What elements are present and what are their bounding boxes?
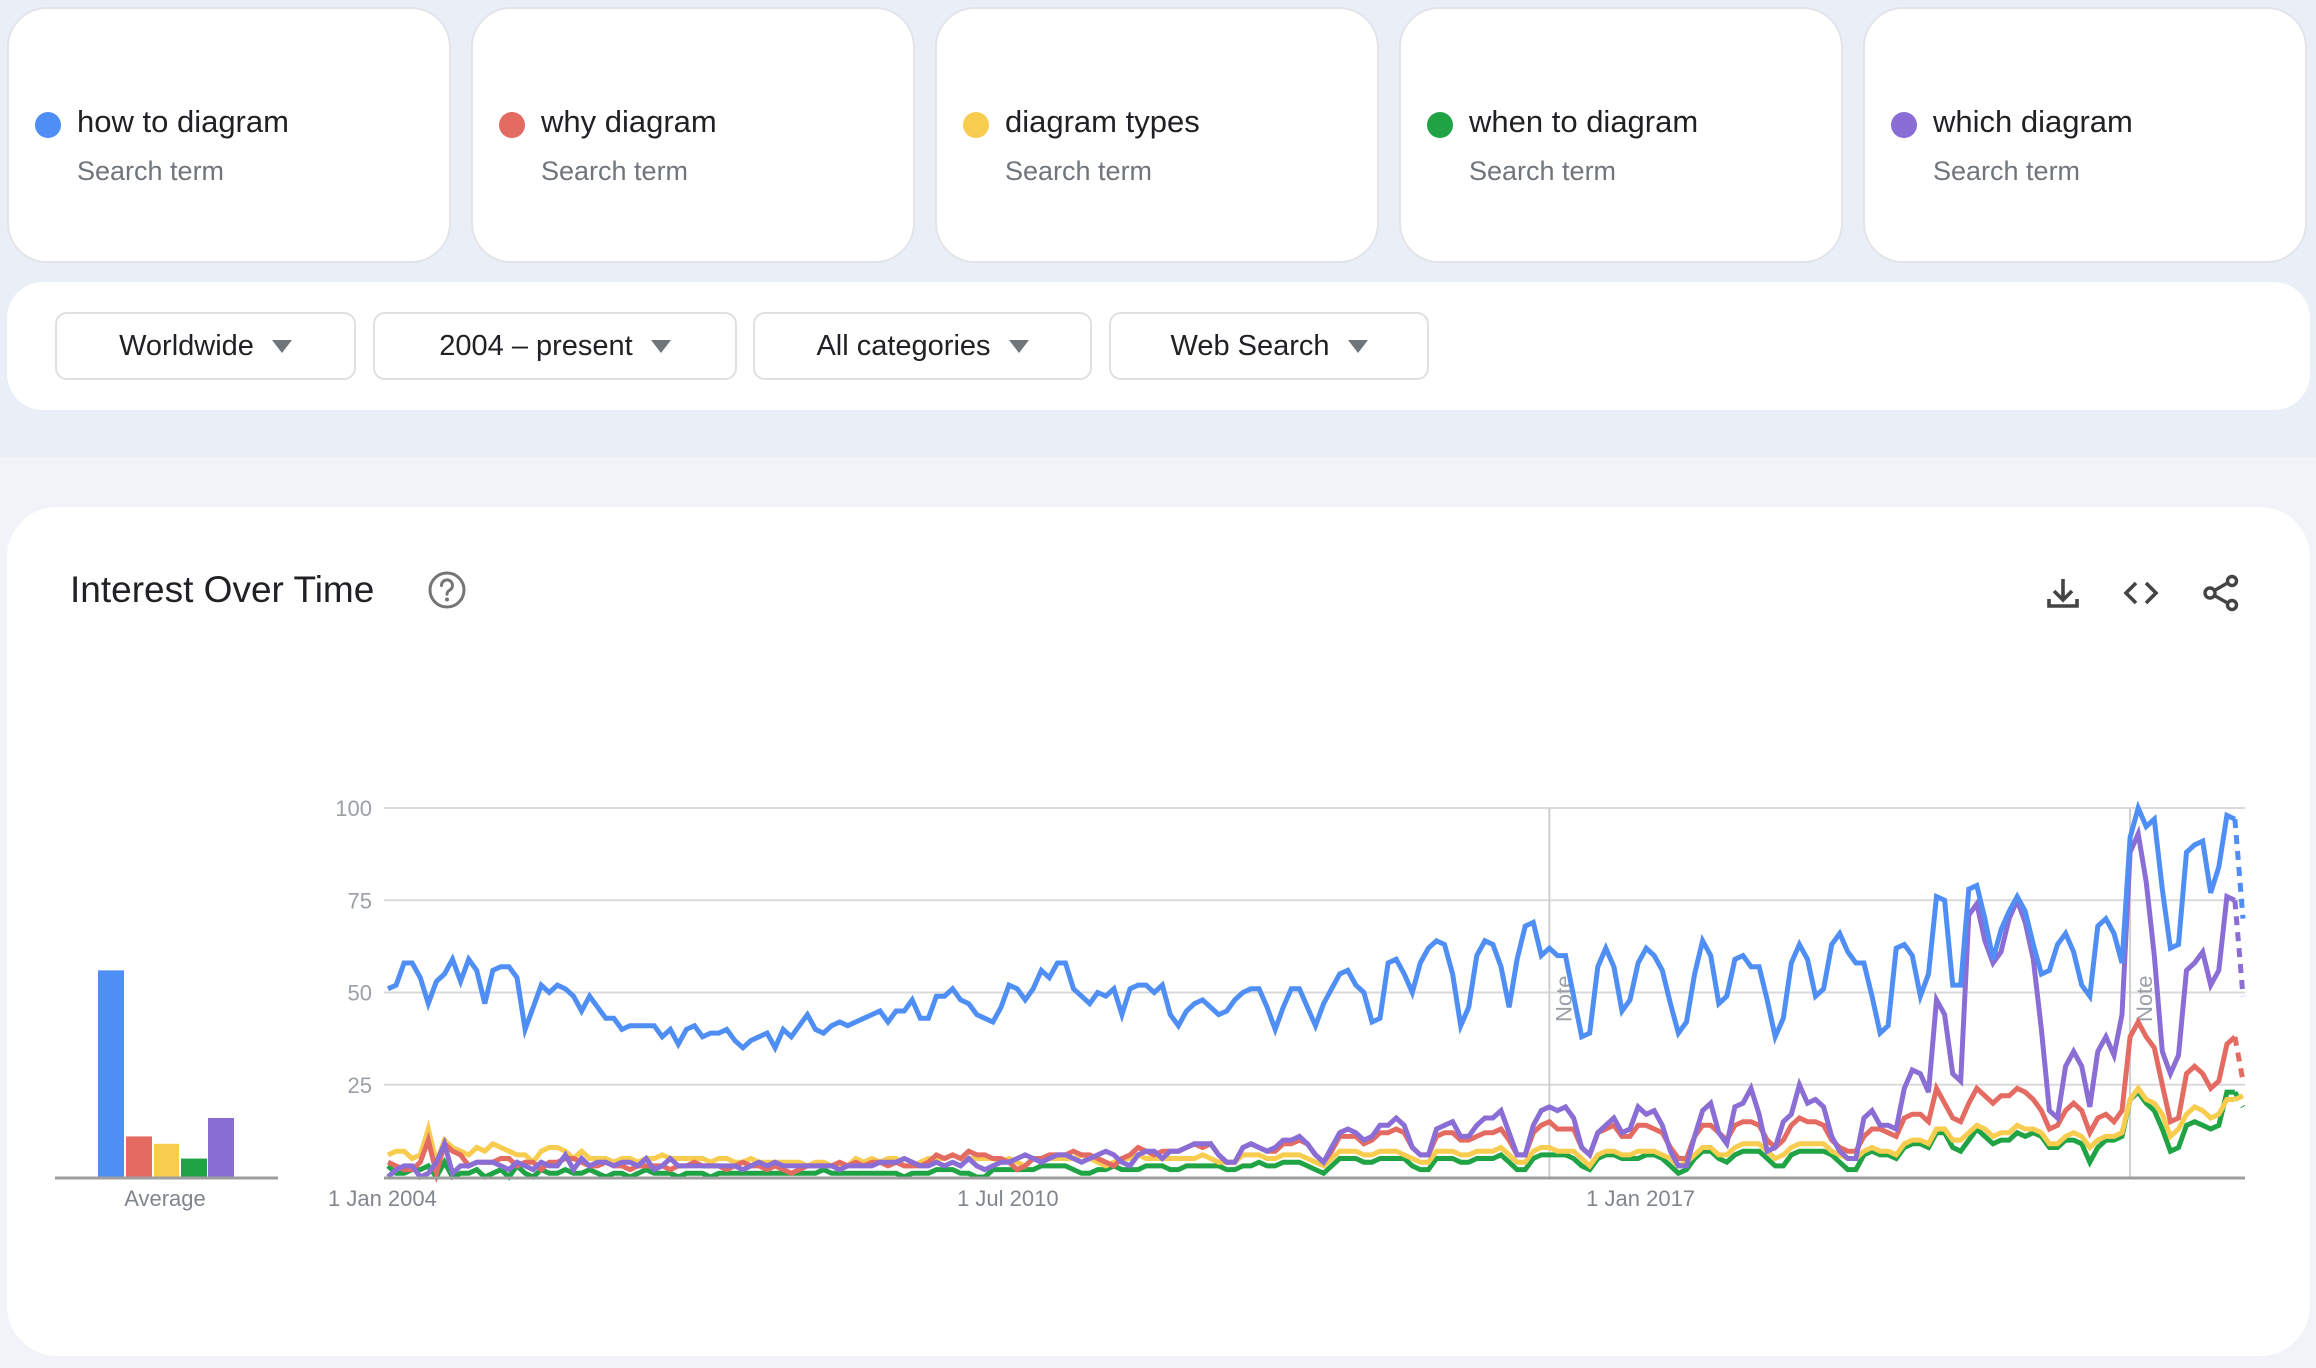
average-bar-chart: Average [55,970,278,1211]
series-partial-segment [2233,1093,2245,1102]
x-tick-label: 1 Jan 2004 [328,1186,437,1211]
y-tick-label: 75 [348,888,372,913]
chart-axes: 1 Jan 2004 1 Jul 2010 1 Jan 2017 [328,1176,2245,1211]
average-bar [98,970,124,1177]
x-tick-label: 1 Jul 2010 [957,1186,1059,1211]
x-tick-label: 1 Jan 2017 [1586,1186,1695,1211]
note-label: Note [2132,976,2157,1022]
average-bar [126,1136,152,1177]
series-line-which-diagram [386,825,2236,1181]
average-label: Average [124,1186,206,1211]
average-bar [208,1117,234,1177]
series-partial-segment [2232,900,2246,997]
y-tick-label: 50 [348,981,372,1006]
average-bar [154,1143,179,1177]
interest-chart: Average 100755025 Note Note 1 Jan 2004 1 J… [55,796,2246,1211]
chart-gridlines: 100 75 50 25 [335,796,2245,1098]
y-tick-label: 100 [335,796,372,821]
y-tick-label: 25 [348,1073,372,1098]
average-bar [181,1158,207,1177]
series-line-diagram-types [386,1084,2235,1171]
series-partial-segment [2232,1036,2246,1082]
series-line-how-to-diagram [386,800,2236,1054]
